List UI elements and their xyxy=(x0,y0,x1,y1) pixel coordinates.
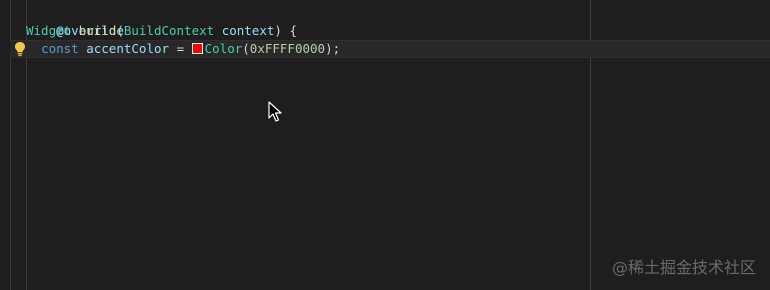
equals-token: = xyxy=(176,41,185,56)
open-paren-token: ( xyxy=(116,23,124,38)
variable-name-token: accentColor xyxy=(86,41,170,56)
code-line-1[interactable]: @override xyxy=(26,4,124,38)
color-value-token: 0xFFFF0000 xyxy=(249,41,326,56)
lightbulb-icon[interactable] xyxy=(13,41,27,57)
param-name-token: context xyxy=(221,23,275,38)
code-line-2[interactable]: Widget build(BuildContext context) { xyxy=(26,22,297,40)
param-type-token: BuildContext xyxy=(123,23,215,38)
close-paren-token: ); xyxy=(325,41,341,56)
open-paren-token: ( xyxy=(242,41,250,56)
watermark-text: @稀土掘金技术社区 xyxy=(611,258,756,277)
color-class-token: Color xyxy=(204,41,243,56)
method-name-token: build xyxy=(78,23,117,38)
color-swatch[interactable] xyxy=(191,43,203,54)
const-keyword-token: const xyxy=(41,41,79,56)
close-brace-token: ) { xyxy=(274,23,297,38)
mouse-pointer-icon xyxy=(268,101,282,122)
type-token: Widget xyxy=(26,23,72,38)
code-editor[interactable]: @override Widget build(BuildContext cont… xyxy=(0,0,770,290)
code-line-3[interactable]: const accentColor = Color(0xFFFF0000); xyxy=(26,40,340,58)
